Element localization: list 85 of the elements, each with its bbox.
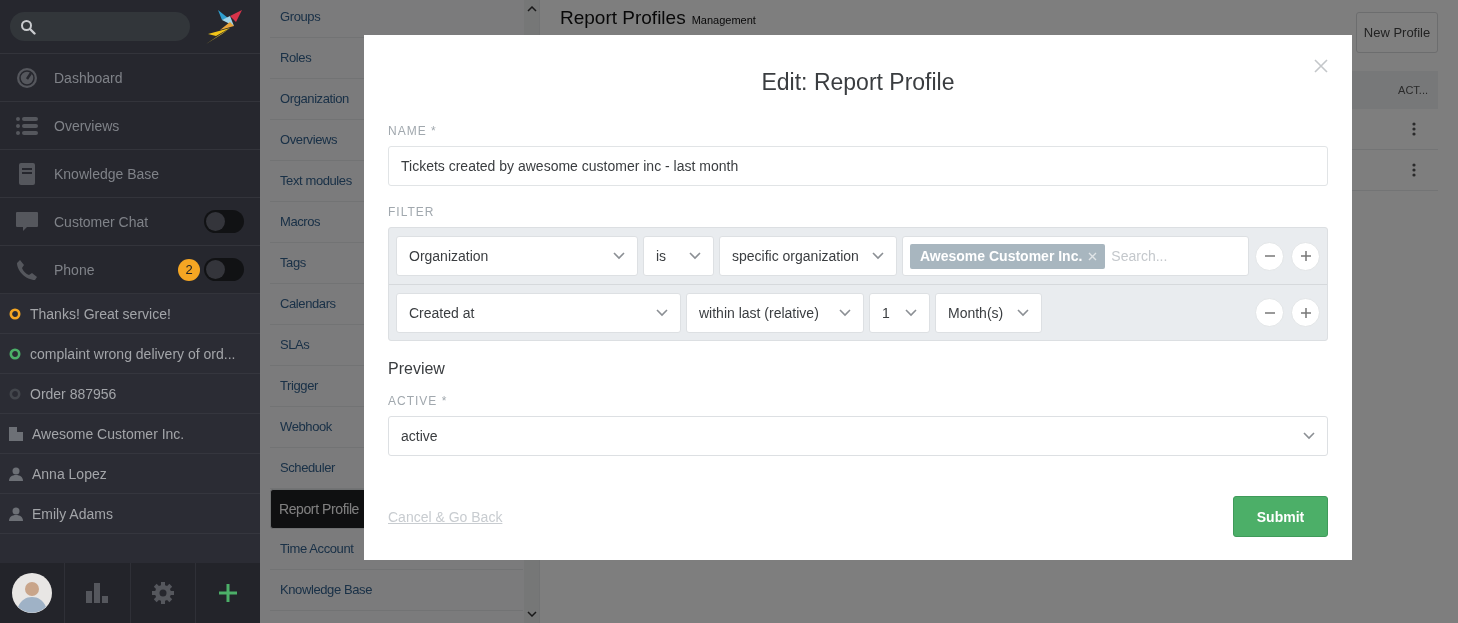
toggle-switch[interactable] — [204, 258, 244, 281]
add-row-button[interactable] — [1291, 298, 1320, 327]
search-field[interactable] — [10, 12, 190, 41]
chevron-down-icon — [689, 252, 701, 260]
dropdown-value: within last (relative) — [699, 304, 819, 321]
dropdown-value: Created at — [409, 304, 475, 321]
admin-nav-item[interactable]: Knowledge Base — [270, 570, 523, 611]
book-icon — [16, 162, 38, 185]
recent-item[interactable]: Awesome Customer Inc. — [0, 414, 260, 454]
active-dropdown[interactable]: active — [388, 416, 1328, 456]
dropdown-value: is — [656, 248, 667, 264]
dropdown[interactable]: is — [643, 236, 714, 276]
kebab-menu-icon[interactable] — [1412, 122, 1416, 136]
dropdown-value: 1 — [882, 304, 890, 321]
remove-row-button[interactable] — [1255, 298, 1284, 327]
sidebar-nav-item[interactable]: Dashboard — [0, 54, 260, 102]
page-subtitle: Management — [691, 15, 756, 26]
recent-label: Anna Lopez — [32, 465, 107, 482]
recent-label: complaint wrong delivery of ord... — [30, 345, 236, 362]
close-icon[interactable] — [1314, 59, 1328, 73]
chevron-down-icon — [905, 308, 917, 317]
dropdown[interactable]: Month(s) — [935, 292, 1042, 333]
dropdown-value: Organization — [409, 248, 489, 264]
scroll-down-icon[interactable] — [526, 611, 537, 617]
remove-icon[interactable] — [1088, 251, 1098, 261]
section-heading: Preview — [388, 360, 446, 378]
dropdown[interactable]: Created at — [396, 292, 681, 333]
plus-icon — [1300, 251, 1311, 261]
avatar[interactable] — [12, 573, 53, 613]
minus-icon — [1264, 311, 1275, 314]
nav-label: Dashboard — [54, 69, 124, 86]
token-label: Awesome Customer Inc. — [920, 248, 1083, 264]
field-label: NAME * — [388, 124, 438, 138]
dropdown[interactable]: within last (relative) — [686, 292, 864, 333]
column-header: ACT... — [1398, 84, 1428, 96]
chevron-down-icon — [872, 252, 884, 260]
bar-chart-icon[interactable] — [86, 583, 109, 603]
field-label: FILTER — [388, 205, 436, 219]
list-icon — [16, 116, 38, 135]
dropdown-value: active — [401, 428, 438, 444]
recent-label: Awesome Customer Inc. — [32, 425, 185, 442]
nav-label: Customer Chat — [54, 213, 150, 230]
new-profile-button[interactable]: New Profile — [1356, 12, 1438, 53]
dropdown[interactable]: Organization — [396, 236, 638, 276]
sidebar-nav-item[interactable]: Customer Chat — [0, 198, 260, 246]
dropdown[interactable]: 1 — [869, 292, 930, 333]
phone-icon — [16, 258, 38, 281]
plus-icon[interactable] — [217, 583, 238, 603]
minus-icon — [1264, 255, 1275, 257]
recent-label: Thanks! Great service! — [30, 305, 171, 322]
recent-label: Order 887956 — [30, 385, 117, 402]
chat-bubble-icon — [16, 211, 38, 232]
chevron-down-icon — [656, 308, 668, 317]
add-row-button[interactable] — [1291, 241, 1320, 271]
settings-icon[interactable] — [151, 582, 174, 604]
gauge-icon — [16, 66, 38, 89]
search-icon — [20, 18, 36, 35]
recent-item[interactable]: Emily Adams — [0, 494, 260, 534]
plus-icon — [1300, 307, 1311, 318]
dropdown-value: specific organization — [732, 248, 859, 264]
scroll-up-icon[interactable] — [526, 6, 537, 12]
sidebar-nav-item[interactable]: Knowledge Base — [0, 150, 260, 198]
remove-row-button[interactable] — [1255, 241, 1284, 271]
building-icon — [9, 426, 23, 441]
nav-label: Overviews — [54, 117, 121, 134]
dropdown[interactable]: specific organization — [719, 236, 897, 276]
toggle-switch[interactable] — [204, 210, 244, 233]
name-input-field[interactable]: Tickets created by awesome customer inc - last month — [388, 146, 1328, 186]
count-badge: 2 — [178, 258, 200, 281]
chevron-down-icon — [1017, 308, 1029, 317]
person-icon — [9, 466, 23, 481]
recent-label: Emily Adams — [32, 505, 113, 522]
sidebar-nav-item[interactable]: Overviews — [0, 102, 260, 150]
chevron-down-icon — [1303, 432, 1315, 440]
person-icon — [9, 506, 23, 521]
chevron-down-icon — [613, 252, 625, 260]
nav-label: Phone — [54, 261, 96, 278]
recent-item[interactable]: Anna Lopez — [0, 454, 260, 494]
modal-title: Edit: Report Profile — [760, 68, 956, 97]
chevron-down-icon — [839, 308, 851, 317]
field-label: ACTIVE * — [388, 394, 449, 408]
kebab-menu-icon[interactable] — [1412, 163, 1416, 177]
page-title: Report Profiles — [560, 8, 686, 27]
dropdown-value: Month(s) — [948, 304, 1004, 321]
nav-label: Knowledge Base — [54, 165, 161, 182]
